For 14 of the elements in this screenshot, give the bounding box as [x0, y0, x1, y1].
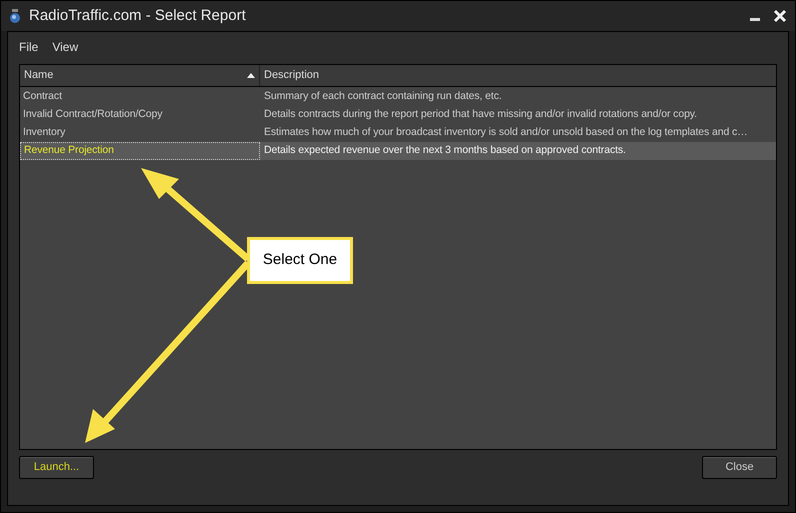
- report-row[interactable]: Contract Summary of each contract containing run dates, etc.: [20, 88, 776, 106]
- report-row[interactable]: Inventory Estimates how much of your broadcast inventory is sold and/or unsold based on the log templates and c…: [20, 124, 776, 142]
- close-icon[interactable]: [773, 9, 787, 23]
- launch-button[interactable]: Launch...: [19, 456, 94, 479]
- report-row[interactable]: Revenue Projection Details expected revenue over the next 3 months based on approved contracts.: [20, 142, 776, 160]
- report-row[interactable]: Invalid Contract/Rotation/Copy Details contracts during the report period that have missing and/or invalid rotations and/or copy.: [20, 106, 776, 124]
- column-header[interactable]: Description: [260, 65, 776, 86]
- app-icon: [9, 8, 21, 24]
- menu-item[interactable]: View: [52, 38, 78, 56]
- window-title: RadioTraffic.com - Select Report: [29, 6, 246, 26]
- callout-label: Select One: [247, 237, 353, 284]
- menu-item[interactable]: File: [19, 38, 38, 56]
- close-button[interactable]: Close: [702, 456, 777, 479]
- column-header[interactable]: Name: [20, 65, 260, 86]
